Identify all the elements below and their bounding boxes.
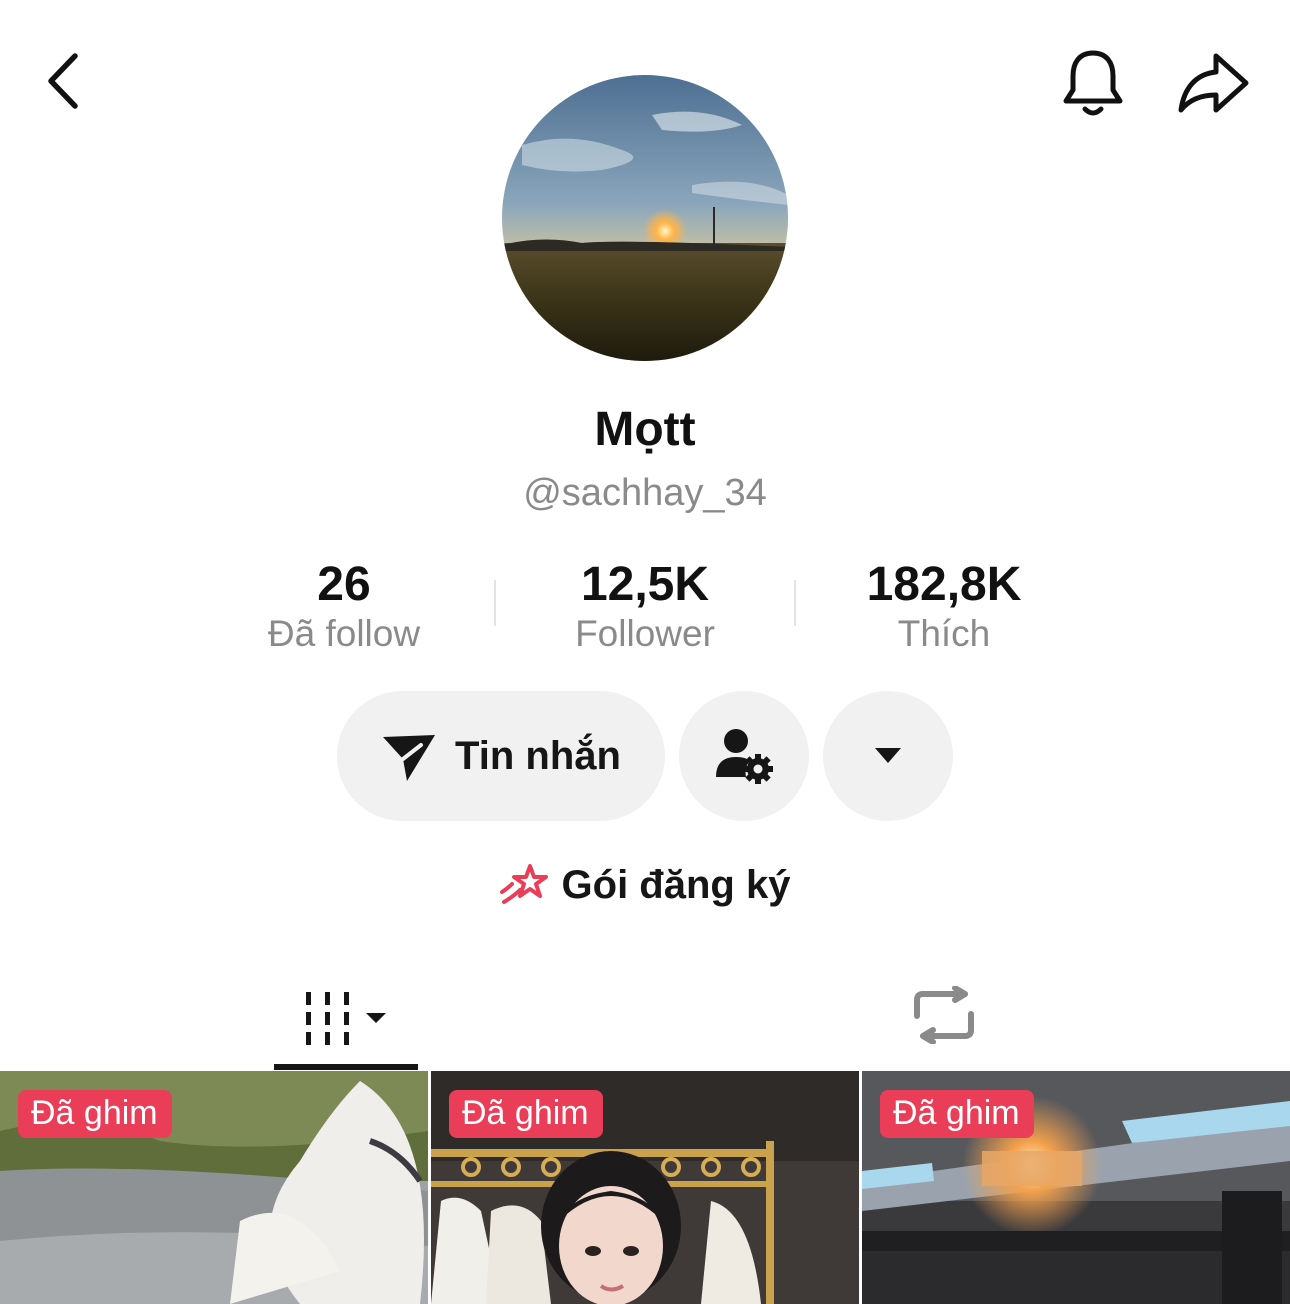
share-arrow-icon xyxy=(1178,53,1249,113)
shooting-star-icon xyxy=(499,864,548,904)
pinned-badge: Đã ghim xyxy=(18,1090,172,1138)
stat-followers[interactable]: 12,5K Follower xyxy=(495,556,795,656)
avatar[interactable] xyxy=(502,75,788,361)
pinned-badge: Đã ghim xyxy=(880,1090,1034,1138)
stat-followers-value: 12,5K xyxy=(580,558,710,611)
message-button[interactable]: Tin nhắn xyxy=(337,691,665,821)
stat-likes[interactable]: 182,8K Thích xyxy=(794,556,1094,656)
grid-bars-icon xyxy=(306,992,386,1045)
pinned-badge: Đã ghim xyxy=(449,1090,603,1138)
friend-settings-button[interactable] xyxy=(679,691,809,821)
notification-button[interactable] xyxy=(1050,40,1136,126)
tab-reposts[interactable] xyxy=(872,966,1016,1064)
tab-videos[interactable] xyxy=(274,966,418,1070)
stat-following-value: 26 xyxy=(317,558,371,611)
stat-followers-label: Follower xyxy=(575,613,715,654)
bell-icon xyxy=(1063,50,1123,116)
stat-likes-label: Thích xyxy=(897,613,991,654)
video-thumbnail[interactable]: Đã ghim xyxy=(862,1071,1290,1304)
share-button[interactable] xyxy=(1168,40,1258,126)
stat-following-label: Đã follow xyxy=(267,613,421,654)
caret-down-icon xyxy=(875,748,901,763)
repost-icon xyxy=(914,986,974,1044)
more-options-button[interactable] xyxy=(823,691,953,821)
username[interactable]: @sachhay_34 xyxy=(0,472,1290,515)
display-name: Mọtt xyxy=(594,403,696,456)
video-thumbnail[interactable]: Đã ghim xyxy=(431,1071,859,1304)
user-gear-icon xyxy=(716,729,773,784)
message-label: Tin nhắn xyxy=(455,733,621,778)
avatar-image xyxy=(502,75,788,361)
back-button[interactable] xyxy=(28,44,98,118)
stat-following[interactable]: 26 Đã follow xyxy=(194,556,494,656)
active-tab-indicator xyxy=(274,1064,418,1070)
send-icon xyxy=(383,735,436,781)
chevron-left-icon xyxy=(48,53,78,109)
subscription-label: Gói đăng ký xyxy=(561,862,791,907)
subscription-link[interactable]: Gói đăng ký xyxy=(0,862,1290,908)
video-thumbnail[interactable]: Đã ghim xyxy=(0,1071,428,1304)
stat-likes-value: 182,8K xyxy=(866,558,1022,611)
